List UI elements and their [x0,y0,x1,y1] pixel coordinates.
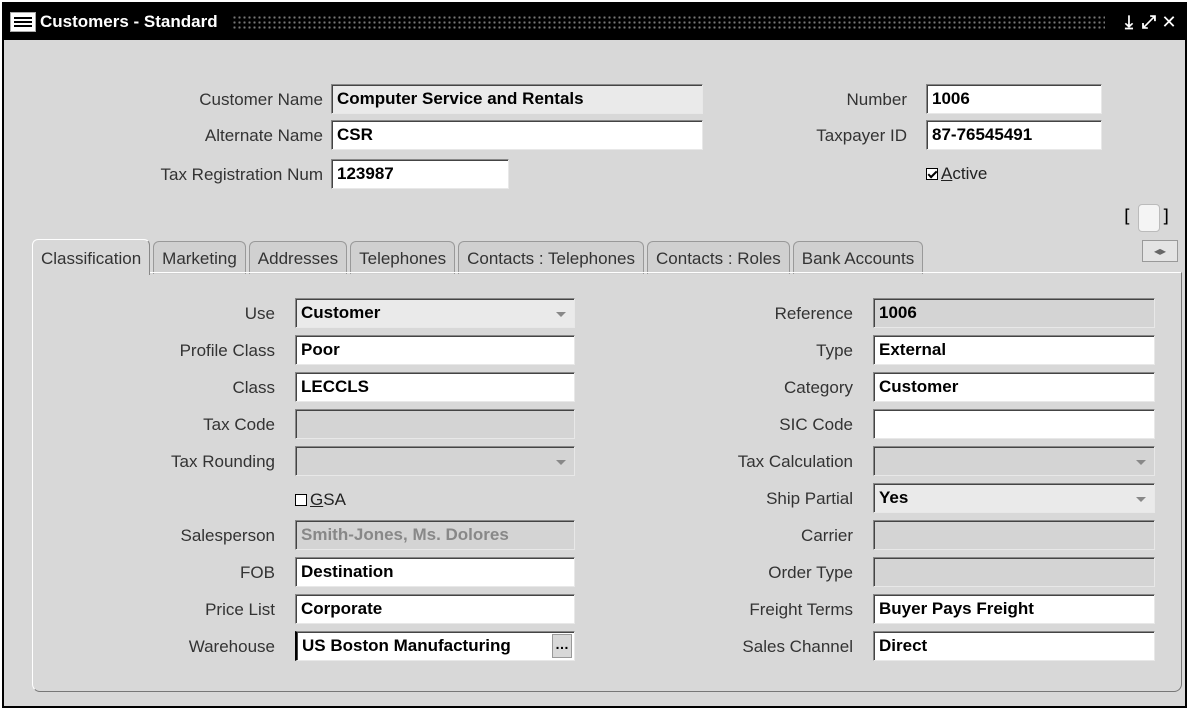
sic-code-field[interactable] [873,409,1155,439]
reference-label: Reference [774,304,853,323]
customers-window: Customers - Standard ⤓ ⤢ ✕ Customer Name… [2,2,1187,708]
tab-marketing[interactable]: Marketing [153,241,246,274]
profile-class-label: Profile Class [179,341,275,360]
maximize-icon[interactable]: ⤢ [1139,12,1159,33]
fob-label: FOB [240,563,275,582]
sales-channel-label: Sales Channel [742,637,853,656]
class-field[interactable]: LECCLS [295,372,575,402]
warehouse-label: Warehouse [188,637,275,656]
title-bar[interactable]: Customers - Standard ⤓ ⤢ ✕ [4,4,1185,40]
price-list-field[interactable]: Corporate [295,594,575,624]
type-label: Type [816,341,853,360]
number-field[interactable]: 1006 [926,84,1102,114]
tab-contacts-telephones[interactable]: Contacts : Telephones [458,241,645,274]
tab-scroll-arrows-icon[interactable]: ◂▸ [1142,240,1178,262]
category-label: Category [784,378,853,397]
taxpayer-id-label: Taxpayer ID [816,126,907,145]
tax-rounding-select[interactable] [295,446,575,476]
bracket-right-icon: ] [1162,206,1170,227]
sic-code-label: SIC Code [779,415,853,434]
tab-contacts-roles[interactable]: Contacts : Roles [647,241,790,274]
taxpayer-id-field[interactable]: 87-76545491 [926,120,1102,150]
alternate-name-field[interactable]: CSR [331,120,703,150]
tab-bank-accounts[interactable]: Bank Accounts [792,241,924,274]
freight-terms-field[interactable]: Buyer Pays Freight [873,594,1155,624]
tab-classification[interactable]: Classification [32,239,151,275]
profile-class-field[interactable]: Poor [295,335,575,365]
tool-square-icon [1138,204,1160,232]
tax-registration-label: Tax Registration Num [160,165,323,184]
class-label: Class [232,378,275,397]
list-of-values-button[interactable]: … [552,634,572,658]
use-label: Use [244,304,275,323]
carrier-field[interactable] [873,520,1155,550]
category-field[interactable]: Customer [873,372,1155,402]
ship-partial-label: Ship Partial [766,489,853,508]
number-label: Number [846,90,907,109]
gsa-label: SA [323,490,346,509]
bracket-left-icon: [ [1124,206,1132,227]
minimize-icon[interactable]: ⤓ [1119,12,1139,33]
tax-code-label: Tax Code [203,415,275,434]
customer-name-label: Customer Name [199,90,323,109]
alternate-name-label: Alternate Name [204,126,323,145]
gsa-checkbox[interactable]: G SA [295,490,346,510]
customer-name-field[interactable]: Computer Service and Rentals [331,84,703,114]
gsa-accel: G [310,490,324,509]
use-select[interactable]: Customer [295,298,575,328]
freight-terms-label: Freight Terms [749,600,853,619]
warehouse-field[interactable]: US Boston Manufacturing … [295,631,575,661]
tax-registration-field[interactable]: 123987 [331,159,509,189]
active-accel: A [941,164,953,183]
sales-channel-field[interactable]: Direct [873,631,1155,661]
fob-field[interactable]: Destination [295,557,575,587]
carrier-label: Carrier [801,526,853,545]
price-list-label: Price List [205,600,275,619]
title-bar-drag-area[interactable] [231,15,1105,29]
oracle-app-icon [10,12,36,32]
tax-calculation-label: Tax Calculation [737,452,853,471]
window-title: Customers - Standard [40,12,218,31]
active-checkbox-box[interactable] [926,168,938,180]
gsa-checkbox-box[interactable] [295,494,307,506]
tab-addresses[interactable]: Addresses [248,241,348,274]
reference-field[interactable]: 1006 [873,298,1155,328]
folder-tool-button[interactable]: [ ] [1124,202,1170,234]
active-checkbox[interactable]: Active [926,164,987,184]
order-type-field[interactable] [873,557,1155,587]
active-label: ctive [952,164,988,183]
order-type-label: Order Type [768,563,853,582]
tax-calculation-select[interactable] [873,446,1155,476]
tab-strip: Classification Marketing Addresses Telep… [32,238,926,275]
salesperson-label: Salesperson [180,526,275,545]
tax-code-field[interactable] [295,409,575,439]
close-icon[interactable]: ✕ [1159,12,1179,33]
tab-telephones[interactable]: Telephones [350,241,456,274]
tax-rounding-label: Tax Rounding [171,452,275,471]
ship-partial-select[interactable]: Yes [873,483,1155,513]
warehouse-value: US Boston Manufacturing [302,636,511,655]
salesperson-field[interactable]: Smith-Jones, Ms. Dolores [295,520,575,550]
type-field[interactable]: External [873,335,1155,365]
